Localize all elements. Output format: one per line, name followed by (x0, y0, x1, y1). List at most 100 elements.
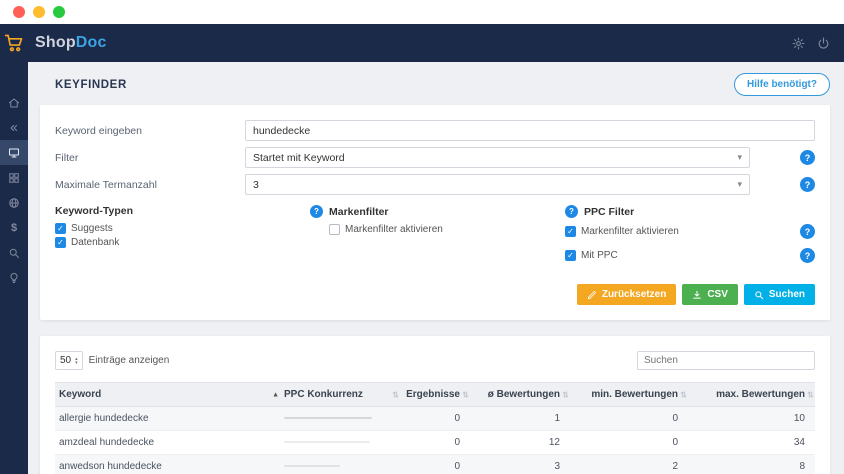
chevron-down-icon: ▾ (737, 179, 742, 190)
csv-export-button[interactable]: CSV (682, 284, 738, 305)
brand-filter-checkbox-row[interactable]: Markenfilter aktivieren (329, 224, 565, 235)
page-size-label: Einträge anzeigen (89, 355, 170, 366)
datenbank-label: Datenbank (71, 237, 119, 248)
filter-help-icon[interactable]: ? (800, 150, 815, 165)
cell-ergebnisse: 0 (400, 431, 470, 455)
brand-shop: Shop (35, 34, 76, 51)
cell-ppc-konkurrenz (280, 431, 400, 455)
table-row[interactable]: allergie hundedecke 0 1 0 10 (55, 407, 815, 431)
magnifier-icon (754, 290, 764, 300)
cell-min-bewertungen: 0 (570, 431, 688, 455)
max-terms-select-value: 3 (253, 179, 259, 191)
filter-select[interactable]: Startet mit Keyword ▾ (245, 147, 750, 168)
reset-button[interactable]: Zurücksetzen (577, 284, 676, 305)
column-header-ergebnisse[interactable]: Ergebnisse ⇅ (400, 383, 470, 407)
cell-ppc-konkurrenz (280, 407, 400, 431)
mit-ppc-checkbox[interactable] (565, 250, 576, 261)
modules-icon[interactable] (0, 165, 28, 190)
results-table-card: 50 ▴▾ Einträge anzeigen (40, 336, 830, 474)
ppc-brand-checkbox-row[interactable]: Markenfilter aktivieren (565, 226, 679, 237)
page-header: KEYFINDER Hilfe benötigt? (28, 62, 844, 105)
suggests-label: Suggests (71, 223, 113, 234)
ppc-filter-column: ? PPC Filter Markenfilter aktivieren ? (565, 205, 815, 272)
brand-filter-checkbox[interactable] (329, 224, 340, 235)
keyfinder-monitor-icon[interactable] (0, 140, 28, 165)
shopdoc-logo[interactable] (0, 33, 28, 53)
home-icon[interactable] (0, 90, 28, 115)
page-title: KEYFINDER (55, 79, 127, 91)
zoom-window-button[interactable] (53, 6, 65, 18)
table-controls: 50 ▴▾ Einträge anzeigen (55, 351, 815, 370)
table-row[interactable]: anwedson hundedecke 0 3 2 8 (55, 455, 815, 474)
app-window: ShopDoc (0, 0, 844, 474)
cell-ppc-konkurrenz (280, 455, 400, 474)
reset-button-label: Zurücksetzen (602, 289, 666, 300)
cell-min-bewertungen: 0 (570, 407, 688, 431)
cell-avg-bewertungen: 12 (470, 431, 570, 455)
column-header-ppc-konkurrenz[interactable]: PPC Konkurrenz ⇅ (280, 383, 400, 407)
power-icon[interactable] (817, 37, 830, 50)
cell-ergebnisse: 0 (400, 407, 470, 431)
download-icon (692, 290, 702, 300)
collapse-icon[interactable] (0, 115, 28, 140)
brand-filter-help-icon[interactable]: ? (310, 205, 323, 218)
cell-ergebnisse: 0 (400, 455, 470, 474)
page-size-value: 50 (60, 355, 71, 366)
filter-label: Filter (55, 152, 245, 164)
dollar-icon[interactable]: $ (0, 215, 28, 240)
gear-icon[interactable] (792, 37, 805, 50)
cell-max-bewertungen: 8 (688, 455, 815, 474)
column-header-min-bewertungen[interactable]: min. Bewertungen ⇅ (570, 383, 688, 407)
sort-icon: ⇅ (462, 390, 469, 399)
keyfinder-form-card: Keyword eingeben Filter Startet mit Keyw… (40, 105, 830, 320)
ppc-filter-help-icon[interactable]: ? (565, 205, 578, 218)
filter-select-value: Startet mit Keyword (253, 152, 345, 164)
suggests-checkbox[interactable] (55, 223, 66, 234)
table-body: allergie hundedecke 0 1 0 10 amzdeal hun… (55, 407, 815, 474)
close-window-button[interactable] (13, 6, 25, 18)
search-button-label: Suchen (769, 289, 805, 300)
max-terms-help-icon[interactable]: ? (800, 177, 815, 192)
keyword-types-title: Keyword-Typen (55, 205, 310, 217)
column-header-max-bewertungen[interactable]: max. Bewertungen ⇅ (688, 383, 815, 407)
mit-ppc-option-label: Mit PPC (581, 250, 618, 261)
pencil-icon (587, 290, 597, 300)
macos-titlebar (0, 0, 844, 24)
datenbank-checkbox[interactable] (55, 237, 66, 248)
sidebar-nav: $ (0, 62, 28, 474)
column-header-keyword[interactable]: Keyword ▲ (55, 383, 280, 407)
globe-icon[interactable] (0, 190, 28, 215)
bulb-icon[interactable] (0, 265, 28, 290)
max-terms-label: Maximale Termanzahl (55, 179, 245, 191)
page-size-select[interactable]: 50 ▴▾ (55, 351, 83, 370)
ppc-brand-checkbox[interactable] (565, 226, 576, 237)
search-icon[interactable] (0, 240, 28, 265)
column-header-avg-bewertungen[interactable]: ø Bewertungen ⇅ (470, 383, 570, 407)
cell-keyword: anwedson hundedecke (55, 455, 280, 474)
max-terms-select[interactable]: 3 ▾ (245, 174, 750, 195)
sort-icon: ⇅ (680, 390, 687, 399)
ppc-brand-help-icon[interactable]: ? (800, 224, 815, 239)
table-search-input[interactable] (637, 351, 815, 370)
minimize-window-button[interactable] (33, 6, 45, 18)
table-row[interactable]: amzdeal hundedecke 0 12 0 34 (55, 431, 815, 455)
app-topbar: ShopDoc (0, 24, 844, 62)
ppc-bar (284, 441, 370, 443)
dollar-glyph: $ (11, 222, 17, 234)
help-button[interactable]: Hilfe benötigt? (734, 73, 830, 96)
sort-icon: ⇅ (562, 390, 569, 399)
ppc-bar (284, 465, 340, 467)
keyword-types-column: Keyword-Typen Suggests Datenbank (55, 205, 310, 251)
keyword-input-label: Keyword eingeben (55, 125, 245, 137)
mit-ppc-help-icon[interactable]: ? (800, 248, 815, 263)
brand-filter-title: Markenfilter (329, 206, 389, 218)
topbar-actions (792, 37, 830, 50)
results-table: Keyword ▲ PPC Konkurrenz ⇅ Ergebnisse ⇅ (55, 382, 815, 474)
keyword-input[interactable] (245, 120, 815, 141)
search-button[interactable]: Suchen (744, 284, 815, 305)
brand-filter-column: ? Markenfilter Markenfilter aktivieren (310, 205, 565, 238)
table-header-row: Keyword ▲ PPC Konkurrenz ⇅ Ergebnisse ⇅ (55, 383, 815, 407)
mit-ppc-checkbox-row[interactable]: Mit PPC (565, 250, 618, 261)
datenbank-checkbox-row[interactable]: Datenbank (55, 237, 310, 248)
suggests-checkbox-row[interactable]: Suggests (55, 223, 310, 234)
